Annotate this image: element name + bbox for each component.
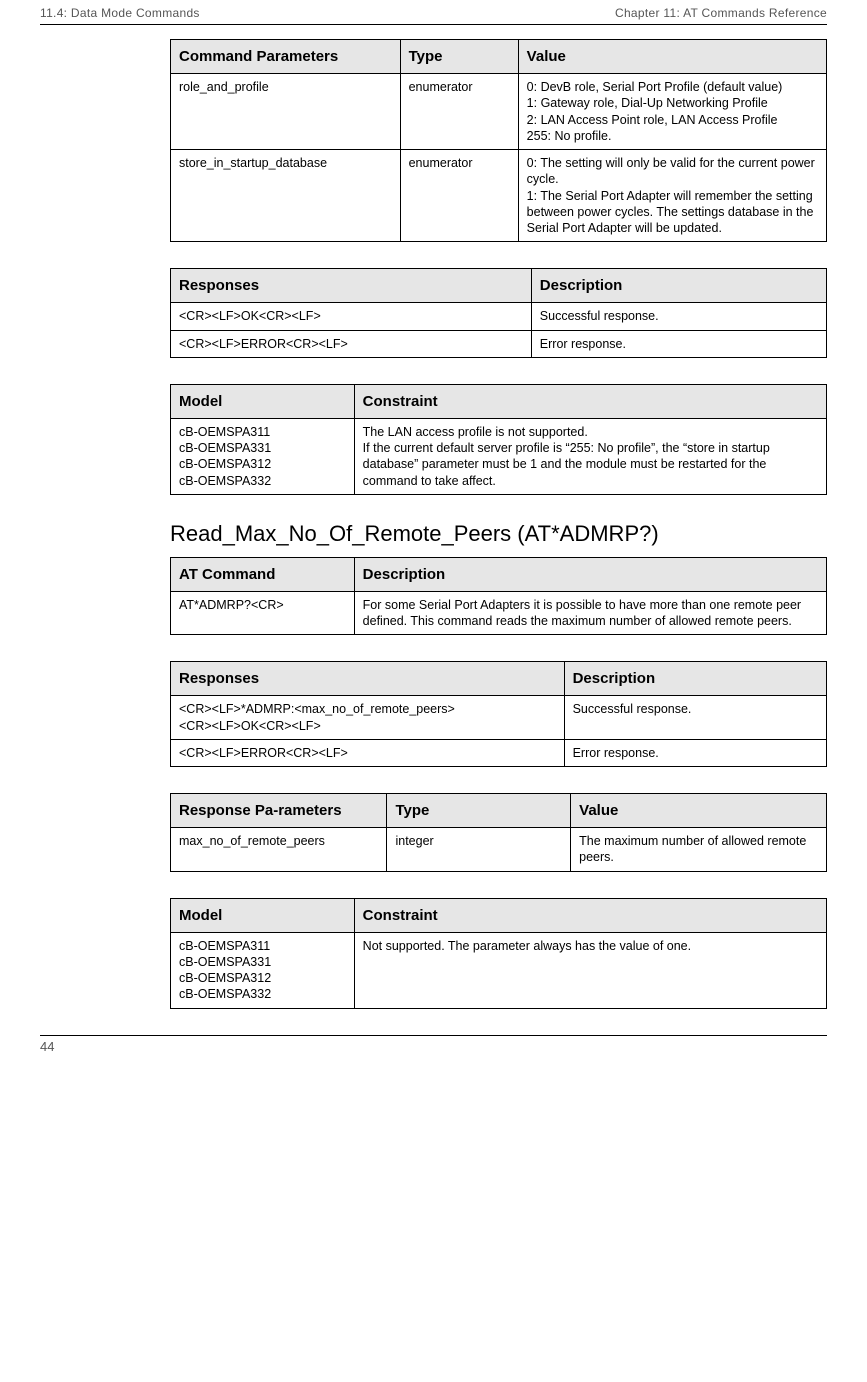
- col-header: Response Pa-rameters: [171, 794, 387, 828]
- table-row: <CR><LF>*ADMRP:<max_no_of_remote_peers> …: [171, 696, 827, 740]
- cell: Error response.: [531, 330, 826, 357]
- cell: <CR><LF>OK<CR><LF>: [171, 303, 532, 330]
- cell: For some Serial Port Adapters it is poss…: [354, 591, 826, 635]
- cell: store_in_startup_database: [171, 150, 401, 242]
- content-area: Command Parameters Type Value role_and_p…: [170, 39, 827, 1009]
- model-constraint-table: Model Constraint cB-OEMSPA311 cB-OEMSPA3…: [170, 384, 827, 495]
- col-header: Value: [571, 794, 827, 828]
- cell: cB-OEMSPA311 cB-OEMSPA331 cB-OEMSPA312 c…: [171, 418, 355, 494]
- table-header-row: Responses Description: [171, 269, 827, 303]
- table-header-row: Model Constraint: [171, 384, 827, 418]
- col-header: Model: [171, 384, 355, 418]
- responses-table: Responses Description <CR><LF>OK<CR><LF>…: [170, 268, 827, 358]
- table-header-row: Response Pa-rameters Type Value: [171, 794, 827, 828]
- table-row: <CR><LF>OK<CR><LF> Successful response.: [171, 303, 827, 330]
- cell: 0: The setting will only be valid for th…: [518, 150, 826, 242]
- cell: Successful response.: [531, 303, 826, 330]
- page-footer: 44: [40, 1035, 827, 1054]
- cell: 0: DevB role, Serial Port Profile (defau…: [518, 74, 826, 150]
- cell: The maximum number of allowed remote pee…: [571, 828, 827, 872]
- cell: <CR><LF>*ADMRP:<max_no_of_remote_peers> …: [171, 696, 565, 740]
- table-row: store_in_startup_database enumerator 0: …: [171, 150, 827, 242]
- table-header-row: AT Command Description: [171, 557, 827, 591]
- cell: role_and_profile: [171, 74, 401, 150]
- at-command-table: AT Command Description AT*ADMRP?<CR> For…: [170, 557, 827, 636]
- table-row: <CR><LF>ERROR<CR><LF> Error response.: [171, 739, 827, 766]
- table-header-row: Command Parameters Type Value: [171, 40, 827, 74]
- response-parameters-table: Response Pa-rameters Type Value max_no_o…: [170, 793, 827, 872]
- table-row: AT*ADMRP?<CR> For some Serial Port Adapt…: [171, 591, 827, 635]
- col-header: Responses: [171, 269, 532, 303]
- table-header-row: Model Constraint: [171, 898, 827, 932]
- cell: <CR><LF>ERROR<CR><LF>: [171, 330, 532, 357]
- cell: AT*ADMRP?<CR>: [171, 591, 355, 635]
- cell: Not supported. The parameter always has …: [354, 932, 826, 1008]
- cell: integer: [387, 828, 571, 872]
- responses-table-2: Responses Description <CR><LF>*ADMRP:<ma…: [170, 661, 827, 767]
- cell: Successful response.: [564, 696, 826, 740]
- header-right: Chapter 11: AT Commands Reference: [615, 6, 827, 20]
- col-header: Responses: [171, 662, 565, 696]
- command-parameters-table: Command Parameters Type Value role_and_p…: [170, 39, 827, 242]
- cell: The LAN access profile is not supported.…: [354, 418, 826, 494]
- col-header: Description: [531, 269, 826, 303]
- col-header: Model: [171, 898, 355, 932]
- table-row: max_no_of_remote_peers integer The maxim…: [171, 828, 827, 872]
- table-row: <CR><LF>ERROR<CR><LF> Error response.: [171, 330, 827, 357]
- cell: max_no_of_remote_peers: [171, 828, 387, 872]
- model-constraint-table-2: Model Constraint cB-OEMSPA311 cB-OEMSPA3…: [170, 898, 827, 1009]
- page-number: 44: [40, 1039, 54, 1054]
- col-header: Description: [564, 662, 826, 696]
- table-row: cB-OEMSPA311 cB-OEMSPA331 cB-OEMSPA312 c…: [171, 418, 827, 494]
- table-row: cB-OEMSPA311 cB-OEMSPA331 cB-OEMSPA312 c…: [171, 932, 827, 1008]
- cell: <CR><LF>ERROR<CR><LF>: [171, 739, 565, 766]
- col-header: Type: [387, 794, 571, 828]
- cell: enumerator: [400, 74, 518, 150]
- col-header: Constraint: [354, 898, 826, 932]
- col-header: Constraint: [354, 384, 826, 418]
- page-header: 11.4: Data Mode Commands Chapter 11: AT …: [40, 0, 827, 25]
- col-header: Description: [354, 557, 826, 591]
- table-header-row: Responses Description: [171, 662, 827, 696]
- cell: cB-OEMSPA311 cB-OEMSPA331 cB-OEMSPA312 c…: [171, 932, 355, 1008]
- col-header: Command Parameters: [171, 40, 401, 74]
- col-header: Type: [400, 40, 518, 74]
- cell: enumerator: [400, 150, 518, 242]
- table-row: role_and_profile enumerator 0: DevB role…: [171, 74, 827, 150]
- cell: Error response.: [564, 739, 826, 766]
- col-header: Value: [518, 40, 826, 74]
- col-header: AT Command: [171, 557, 355, 591]
- section-heading: Read_Max_No_Of_Remote_Peers (AT*ADMRP?): [170, 521, 827, 547]
- header-left: 11.4: Data Mode Commands: [40, 6, 200, 20]
